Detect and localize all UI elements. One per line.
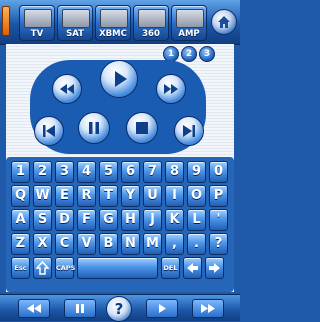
xbmc-icon	[100, 9, 128, 28]
key[interactable]: C	[55, 233, 74, 255]
key[interactable]: ,	[165, 233, 184, 255]
fast-forward-button[interactable]	[156, 74, 186, 104]
source-label: AMP	[178, 29, 200, 39]
key[interactable]: 1	[11, 161, 30, 183]
key[interactable]: V	[77, 233, 96, 255]
rewind-button-bottom[interactable]	[18, 299, 50, 318]
key[interactable]: O	[187, 185, 206, 207]
fast-forward-icon	[201, 304, 215, 313]
keyboard: 1 2 3 4 5 6 7 8 9 0 Q W E R T Y U I O P A S D F G H J K L ' Z X C V B N M,.?…	[6, 157, 234, 292]
pause-icon	[76, 304, 84, 313]
pause-button-bottom[interactable]	[64, 299, 96, 318]
key[interactable]: G	[99, 209, 118, 231]
page-3-button[interactable]: 3	[199, 46, 215, 62]
key[interactable]: 4	[77, 161, 96, 183]
arrow-right-icon	[209, 263, 220, 273]
key[interactable]: N	[121, 233, 140, 255]
next-button[interactable]	[174, 116, 204, 146]
pause-button[interactable]	[78, 112, 110, 144]
key[interactable]: 2	[33, 161, 52, 183]
skip-forward-icon	[183, 125, 195, 137]
play-icon	[115, 71, 127, 87]
key[interactable]: 7	[143, 161, 162, 183]
rewind-icon	[27, 304, 41, 313]
rewind-icon	[60, 84, 74, 94]
key[interactable]: J	[143, 209, 162, 231]
key[interactable]: I	[165, 185, 184, 207]
home-icon	[218, 16, 230, 28]
key[interactable]: 3	[55, 161, 74, 183]
arrow-left-icon	[187, 263, 198, 273]
fast-forward-icon	[164, 84, 178, 94]
key[interactable]: H	[121, 209, 140, 231]
key[interactable]: L	[187, 209, 206, 231]
source-bar: TV SAT XBMC 360 AMP	[0, 0, 240, 45]
stop-button[interactable]	[126, 112, 158, 144]
fast-forward-button-bottom[interactable]	[192, 299, 224, 318]
source-label: TV	[30, 29, 44, 39]
key[interactable]: B	[99, 233, 118, 255]
key[interactable]: U	[143, 185, 162, 207]
play-icon	[159, 304, 166, 313]
delete-key[interactable]: DEL	[161, 257, 180, 279]
key[interactable]: M	[143, 233, 162, 255]
source-tv-button[interactable]: TV	[19, 5, 55, 41]
key[interactable]: 9	[187, 161, 206, 183]
pause-icon	[89, 122, 99, 134]
source-label: XBMC	[99, 29, 127, 39]
previous-button[interactable]	[34, 116, 64, 146]
rewind-button[interactable]	[52, 74, 82, 104]
source-label: 360	[142, 29, 160, 39]
play-button[interactable]	[100, 60, 138, 98]
amplifier-icon	[176, 9, 204, 28]
caps-key[interactable]: CAPS	[55, 257, 75, 279]
skip-back-icon	[43, 125, 55, 137]
key[interactable]: .	[187, 233, 206, 255]
source-sat-button[interactable]: SAT	[57, 5, 93, 41]
bottom-bar: ?	[0, 294, 240, 322]
tv-icon	[24, 9, 52, 28]
help-button[interactable]: ?	[106, 296, 132, 322]
play-button-bottom[interactable]	[146, 299, 178, 318]
key[interactable]: '	[209, 209, 228, 231]
key[interactable]: X	[33, 233, 52, 255]
transport-controls	[30, 60, 206, 154]
key[interactable]: ?	[209, 233, 228, 255]
stop-icon	[136, 122, 148, 134]
satellite-icon	[62, 9, 90, 28]
key[interactable]: P	[209, 185, 228, 207]
key[interactable]: W	[33, 185, 52, 207]
page-2-button[interactable]: 2	[181, 46, 197, 62]
source-xbmc-button[interactable]: XBMC	[95, 5, 131, 41]
source-amp-button[interactable]: AMP	[171, 5, 207, 41]
key[interactable]: R	[77, 185, 96, 207]
key[interactable]: 8	[165, 161, 184, 183]
key[interactable]: Y	[121, 185, 140, 207]
key[interactable]: 6	[121, 161, 140, 183]
key[interactable]: Z	[11, 233, 30, 255]
key[interactable]: D	[55, 209, 74, 231]
power-tab[interactable]	[2, 6, 10, 36]
source-360-button[interactable]: 360	[133, 5, 169, 41]
key[interactable]: K	[165, 209, 184, 231]
key[interactable]: A	[11, 209, 30, 231]
source-label: SAT	[66, 29, 84, 39]
home-button[interactable]	[211, 9, 237, 35]
esc-key[interactable]: Esc	[11, 257, 30, 279]
key[interactable]: T	[99, 185, 118, 207]
arrow-left-key[interactable]	[183, 257, 202, 279]
key[interactable]: 0	[209, 161, 228, 183]
xbox-360-icon	[138, 9, 166, 28]
arrow-right-key[interactable]	[205, 257, 224, 279]
key[interactable]: S	[33, 209, 52, 231]
key[interactable]: E	[55, 185, 74, 207]
space-key[interactable]	[77, 257, 158, 279]
shift-arrow-icon	[35, 260, 50, 275]
key[interactable]: Q	[11, 185, 30, 207]
key[interactable]: 5	[99, 161, 118, 183]
shift-key[interactable]	[33, 257, 52, 279]
key[interactable]: F	[77, 209, 96, 231]
